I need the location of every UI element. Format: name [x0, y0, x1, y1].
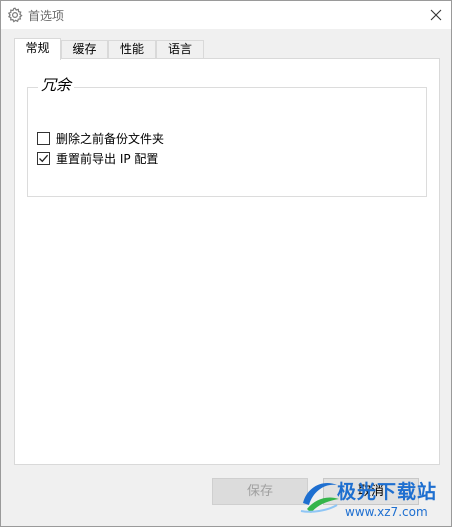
gear-icon: [7, 7, 23, 23]
export-ip-config-option[interactable]: 重置前导出 IP 配置: [37, 150, 158, 166]
title-bar: 首选项: [1, 1, 451, 29]
delete-old-backup-label: 删除之前备份文件夹: [56, 131, 165, 146]
redundancy-groupbox: 冗余 删除之前备份文件夹 重置前导出 IP 配置: [27, 74, 427, 197]
tab-panel-general: 冗余 删除之前备份文件夹 重置前导出 IP 配置: [14, 58, 440, 465]
save-button[interactable]: 保存: [212, 478, 308, 505]
window-title: 首选项: [28, 9, 65, 23]
tab-general[interactable]: 常规: [14, 38, 61, 60]
watermark-brand: 极光下载站: [337, 481, 438, 503]
tab-performance[interactable]: 性能: [108, 40, 156, 59]
delete-old-backup-option[interactable]: 删除之前备份文件夹: [37, 130, 164, 146]
delete-old-backup-checkbox[interactable]: [37, 131, 50, 145]
export-ip-config-checkbox[interactable]: [37, 151, 50, 165]
watermark-url: www.xz7.com: [345, 505, 428, 519]
preferences-dialog: 首选项 常规 缓存 性能 语言 冗余 删除之前备份文件夹 重置前导出 IP 配置…: [0, 0, 452, 527]
tab-bar: 常规 缓存 性能 语言: [14, 38, 444, 60]
close-icon: [430, 9, 442, 21]
tab-cache[interactable]: 缓存: [61, 40, 108, 59]
groupbox-title: 冗余: [38, 74, 75, 95]
close-button[interactable]: [425, 4, 447, 26]
watermark: 极光下载站 www.xz7.com: [297, 471, 451, 526]
aurora-logo-icon: [300, 483, 339, 513]
checkmark-icon: [39, 154, 49, 162]
tab-language[interactable]: 语言: [156, 40, 204, 59]
export-ip-config-label: 重置前导出 IP 配置: [56, 151, 159, 166]
